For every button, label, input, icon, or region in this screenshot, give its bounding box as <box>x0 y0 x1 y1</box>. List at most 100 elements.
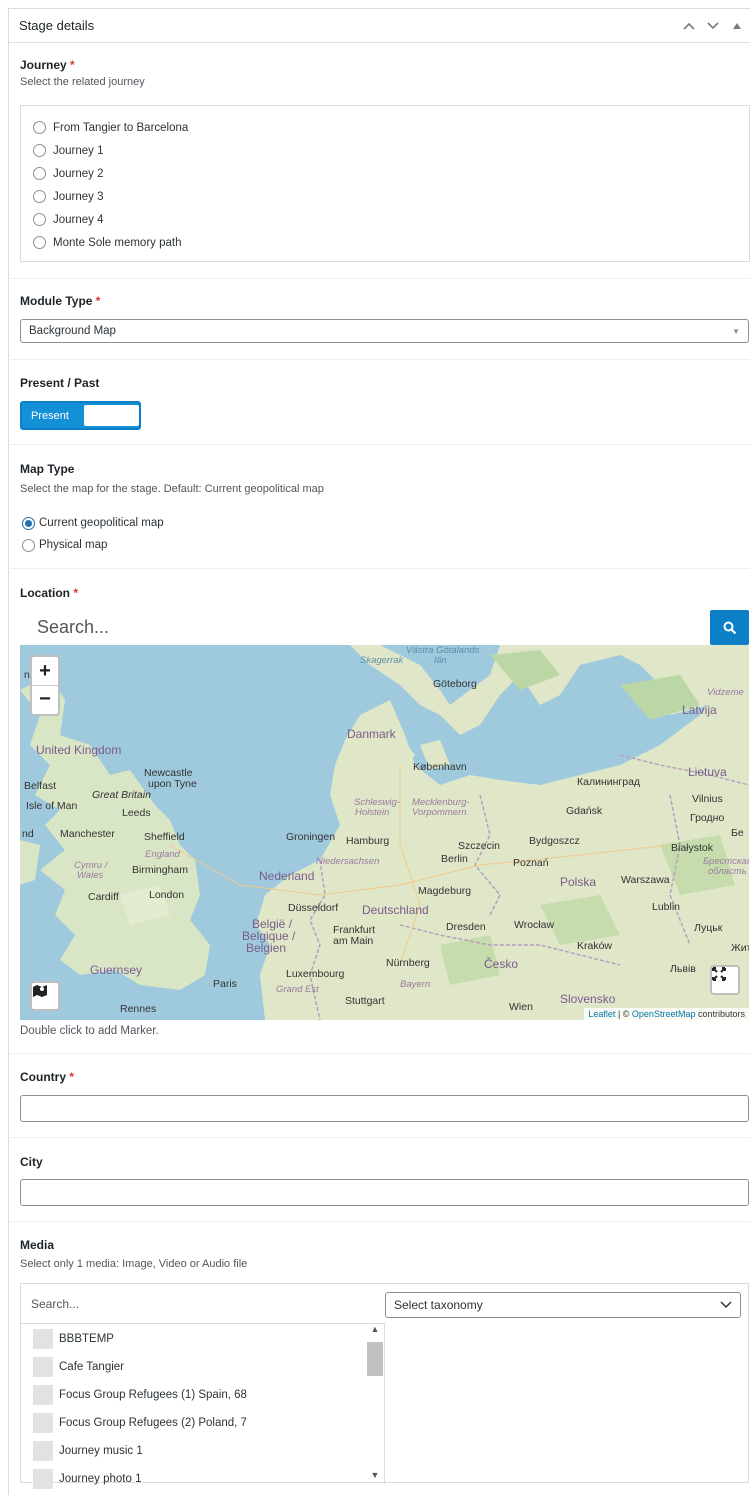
journey-options: From Tangier to Barcelona Journey 1 Jour… <box>20 105 750 262</box>
map-type-option[interactable]: Current geopolitical map <box>22 512 750 534</box>
radio-icon[interactable] <box>33 121 46 134</box>
media-list-scrollbar[interactable]: ▲ ▼ <box>366 1324 384 1484</box>
map-type-label: Map Type <box>20 462 75 476</box>
map-label: Warszawa <box>621 874 670 886</box>
attribution-sep: | © <box>615 1009 632 1019</box>
taxonomy-select[interactable]: Select taxonomy <box>385 1292 741 1318</box>
map-label: Białystok <box>671 842 714 854</box>
move-up-icon[interactable] <box>680 17 698 35</box>
radio-icon[interactable] <box>22 538 35 552</box>
location-search-bar: Search... <box>20 610 749 645</box>
journey-option[interactable]: From Tangier to Barcelona <box>31 116 739 139</box>
location-map[interactable]: Västra Götalands län Skagerrak Göteborg … <box>20 645 749 1020</box>
media-item[interactable]: Journey photo 1 <box>21 1466 384 1492</box>
present-past-toggle[interactable]: Present <box>20 401 141 430</box>
media-item-label: Focus Group Refugees (1) Spain, 68 <box>59 1389 247 1401</box>
module-type-label: Module Type <box>20 294 93 308</box>
map-label: Belgien <box>246 941 287 955</box>
scroll-down-icon[interactable]: ▼ <box>366 1470 384 1484</box>
map-label: Луцьк <box>694 922 723 934</box>
map-label: Skagerrak <box>360 655 404 666</box>
radio-checked-icon[interactable] <box>22 516 35 530</box>
map-layers-button[interactable] <box>30 981 60 1011</box>
search-icon <box>723 621 736 634</box>
divider <box>8 278 750 279</box>
map-label: län <box>434 655 447 666</box>
map-label: Nederland <box>259 869 315 883</box>
map-label: Latvija <box>682 703 717 717</box>
location-search-input[interactable]: Search... <box>20 610 710 645</box>
required-mark: * <box>73 586 79 600</box>
media-item[interactable]: Cafe Tangier <box>21 1354 384 1380</box>
scrollbar-thumb[interactable] <box>367 1342 383 1376</box>
radio-icon[interactable] <box>33 144 46 157</box>
map-label: Szczecin <box>458 840 501 852</box>
media-item[interactable]: Journey music 1 <box>21 1438 384 1464</box>
map-label: Kraków <box>577 940 613 952</box>
radio-icon[interactable] <box>33 213 46 226</box>
zoom-out-button[interactable]: − <box>32 685 58 713</box>
journey-option-label: Journey 3 <box>53 190 104 203</box>
map-label: Hamburg <box>346 835 390 847</box>
country-input[interactable] <box>20 1095 749 1122</box>
map-label: am Main <box>333 935 374 947</box>
map-label: upon Tyne <box>148 778 197 790</box>
map-label: Wales <box>77 870 104 881</box>
map-type-section: Map Type Select the map for the stage. D… <box>8 462 750 495</box>
map-label: London <box>149 889 185 901</box>
map-type-option[interactable]: Physical map <box>22 534 750 556</box>
map-label: Česko <box>484 957 519 971</box>
leaflet-link[interactable]: Leaflet <box>588 1009 615 1019</box>
journey-option[interactable]: Journey 4 <box>31 208 739 231</box>
journey-option-label: From Tangier to Barcelona <box>53 121 189 134</box>
map-label: Groningen <box>286 831 336 843</box>
select-caret-icon: ▼ <box>732 326 740 336</box>
media-item-label: BBBTEMP <box>59 1333 114 1345</box>
zoom-in-button[interactable]: + <box>32 657 58 685</box>
map-label: Göteborg <box>433 678 477 690</box>
map-type-description: Select the map for the stage. Default: C… <box>20 483 324 495</box>
required-mark: * <box>69 1070 75 1084</box>
map-label: область <box>708 866 747 877</box>
media-thumbnail <box>33 1413 53 1433</box>
media-item[interactable]: BBBTEMP <box>21 1326 384 1352</box>
media-item-label: Journey music 1 <box>59 1445 143 1457</box>
journey-option[interactable]: Journey 1 <box>31 139 739 162</box>
city-input[interactable] <box>20 1179 749 1206</box>
media-search-input[interactable]: Search... <box>21 1284 385 1324</box>
journey-option-label: Monte Sole memory path <box>53 236 182 249</box>
map-label: Deutschland <box>362 903 429 917</box>
location-search-button[interactable] <box>710 610 749 645</box>
map-label: Rennes <box>120 1003 157 1015</box>
fullscreen-icon <box>712 967 726 981</box>
map-label: Vilnius <box>692 793 723 805</box>
map-label: Luxembourg <box>286 968 345 980</box>
map-label: Paris <box>213 978 237 990</box>
journey-option[interactable]: Monte Sole memory path <box>31 231 739 254</box>
module-type-select[interactable]: Background Map ▼ <box>20 319 749 343</box>
radio-icon[interactable] <box>33 190 46 203</box>
media-item[interactable]: Focus Group Refugees (2) Poland, 7 <box>21 1410 384 1436</box>
map-label: Great Britain <box>92 789 151 801</box>
media-item[interactable]: Focus Group Refugees (1) Spain, 68 <box>21 1382 384 1408</box>
city-label: City <box>20 1155 43 1169</box>
required-mark: * <box>95 294 101 308</box>
osm-link[interactable]: OpenStreetMap <box>632 1009 696 1019</box>
chevron-down-icon <box>720 1301 732 1309</box>
toggle-panel-icon[interactable] <box>728 17 746 35</box>
radio-icon[interactable] <box>33 236 46 249</box>
city-section: City <box>8 1155 750 1169</box>
map-label: Nürnberg <box>386 957 430 969</box>
radio-icon[interactable] <box>33 167 46 180</box>
move-down-icon[interactable] <box>704 17 722 35</box>
journey-description: Select the related journey <box>20 76 145 88</box>
map-label: Birmingham <box>132 864 189 876</box>
module-type-value: Background Map <box>29 325 116 337</box>
media-thumbnail <box>33 1385 53 1405</box>
journey-option[interactable]: Journey 3 <box>31 185 739 208</box>
scroll-up-icon[interactable]: ▲ <box>366 1324 384 1338</box>
fullscreen-button[interactable] <box>710 965 740 995</box>
divider <box>8 568 750 569</box>
journey-option[interactable]: Journey 2 <box>31 162 739 185</box>
toggle-knob[interactable] <box>83 405 139 426</box>
